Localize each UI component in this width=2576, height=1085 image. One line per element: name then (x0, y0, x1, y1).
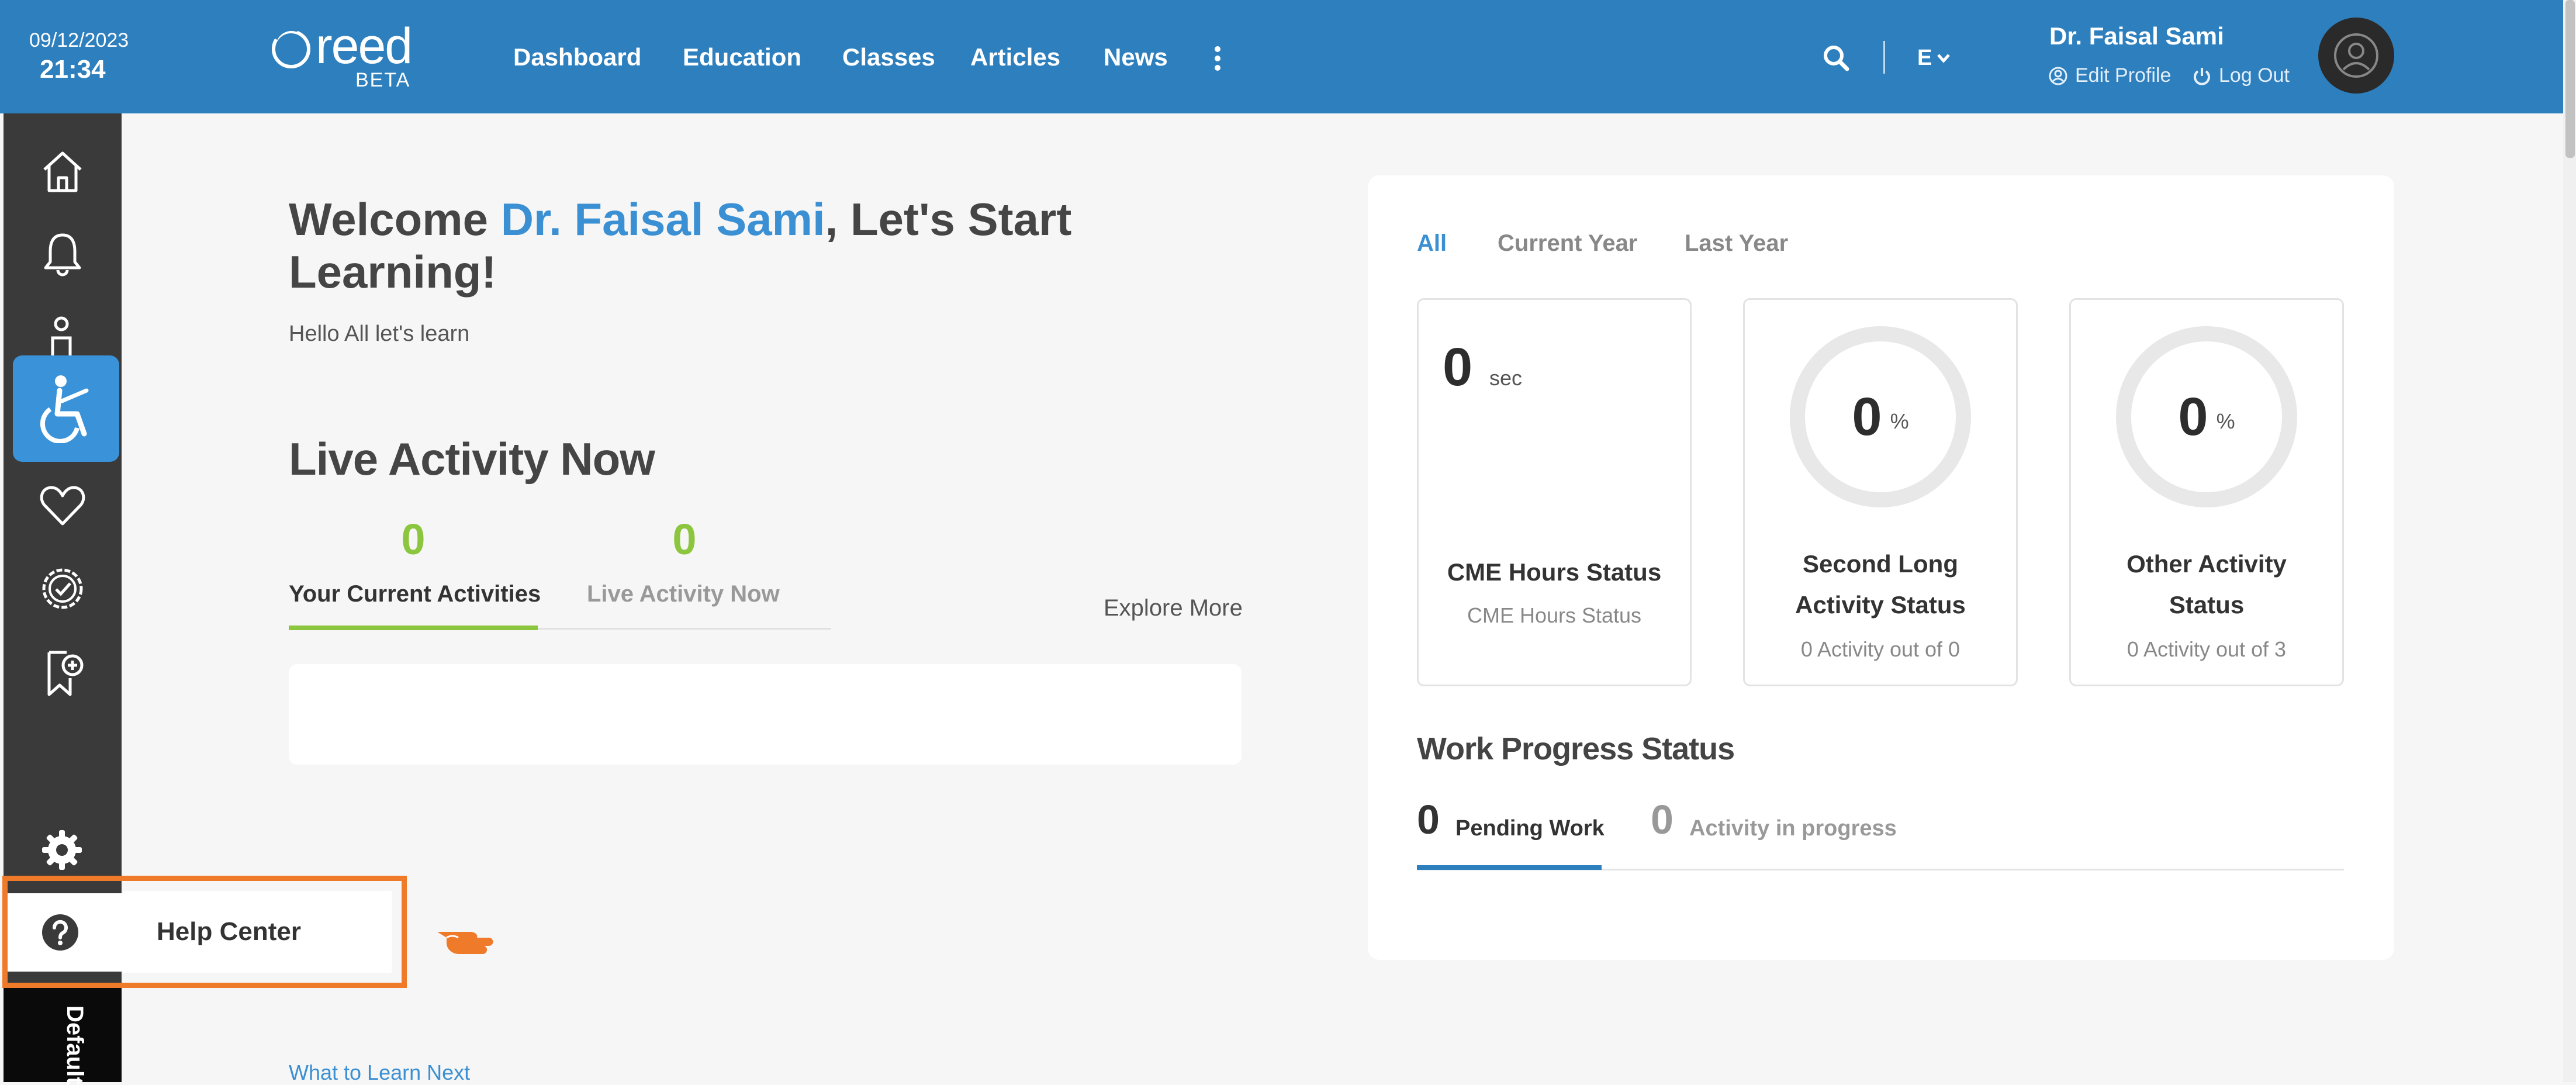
heart-icon[interactable] (37, 481, 88, 531)
current-activities-count: 0 (401, 515, 426, 564)
welcome-subtitle: Hello All let's learn (289, 322, 470, 346)
nav-education[interactable]: Education (683, 43, 801, 71)
other-activity-ring-label: 0 % (2115, 325, 2298, 509)
badge-check-icon[interactable] (37, 564, 88, 614)
header-divider (1883, 41, 1885, 74)
activity-in-progress-count: 0 (1651, 797, 1673, 842)
edit-profile-link[interactable]: Edit Profile (2048, 64, 2171, 87)
language-selector[interactable]: E (1917, 46, 1932, 71)
second-long-ring-label: 0 % (1789, 325, 1972, 509)
other-activity-value: 0 (2178, 386, 2208, 447)
tab-pending-work[interactable]: Pending Work (1455, 816, 1605, 841)
person-teaching-icon[interactable] (42, 316, 81, 355)
other-activity-subtitle: 0 Activity out of 3 (2127, 637, 2287, 661)
scrollbar-thumb[interactable] (2565, 0, 2575, 158)
what-to-learn-next-link[interactable]: What to Learn Next (289, 1060, 470, 1085)
second-long-title-line1: Second Long (1803, 550, 1958, 578)
tab-active-indicator (289, 626, 538, 630)
user-name: Dr. Faisal Sami (2049, 22, 2224, 50)
second-long-title-line2: Activity Status (1795, 591, 1966, 618)
work-tab-active-indicator (1417, 865, 1602, 870)
filter-last-year[interactable]: Last Year (1685, 230, 1788, 257)
current-date: 09/12/2023 (29, 29, 129, 51)
accessibility-icon[interactable] (33, 373, 97, 443)
cme-hours-value: 0 (1443, 337, 1473, 397)
power-icon (2194, 67, 2210, 85)
chevron-down-icon[interactable] (1936, 50, 1951, 65)
edit-profile-label: Edit Profile (2075, 64, 2172, 87)
live-activity-title: Live Activity Now (289, 433, 655, 485)
filter-current-year[interactable]: Current Year (1498, 230, 1637, 257)
welcome-user-name: Dr. Faisal Sami (500, 193, 825, 245)
search-icon[interactable] (1823, 44, 1849, 71)
pending-work-count: 0 (1417, 797, 1440, 842)
explore-more-link[interactable]: Explore More (1104, 595, 1243, 621)
nav-classes[interactable]: Classes (842, 43, 935, 71)
help-center-highlight-box (2, 876, 407, 988)
cme-hours-unit: sec (1489, 366, 1523, 390)
cme-hours-subtitle: CME Hours Status (1467, 603, 1642, 627)
current-time: 21:34 (40, 55, 106, 84)
activity-list-card (289, 664, 1242, 765)
nav-news[interactable]: News (1104, 43, 1168, 71)
tab-live-activity[interactable]: Live Activity Now (587, 581, 780, 607)
avatar[interactable] (2318, 18, 2394, 94)
cme-hours-title: CME Hours Status (1447, 558, 1662, 586)
logout-link[interactable]: Log Out (2192, 64, 2290, 87)
logout-label: Log Out (2219, 64, 2290, 87)
welcome-heading: Welcome Dr. Faisal Sami, Let's Start Lea… (289, 193, 1224, 298)
logo-text: reed (316, 18, 413, 74)
scrollbar-track[interactable] (2563, 0, 2576, 1082)
nav-articles[interactable]: Articles (970, 43, 1060, 71)
bell-icon[interactable] (37, 229, 88, 279)
live-activity-count: 0 (672, 515, 697, 564)
second-long-subtitle: 0 Activity out of 0 (1800, 637, 1960, 661)
second-long-value: 0 (1852, 386, 1882, 447)
second-long-unit: % (1890, 409, 1909, 433)
nav-dashboard[interactable]: Dashboard (513, 43, 641, 71)
more-vertical-icon[interactable] (1212, 44, 1223, 72)
welcome-prefix: Welcome (289, 193, 501, 245)
tab-current-activities[interactable]: Your Current Activities (289, 581, 541, 607)
pointing-hand-icon (437, 932, 493, 954)
other-activity-title-line2: Status (2169, 591, 2245, 618)
work-progress-title: Work Progress Status (1417, 731, 1735, 766)
bookmark-plus-icon[interactable] (37, 648, 88, 698)
tab-activity-in-progress[interactable]: Activity in progress (1689, 816, 1897, 841)
default-label[interactable]: Default (61, 1005, 88, 1085)
other-activity-unit: % (2216, 409, 2235, 433)
gear-icon[interactable] (41, 829, 83, 871)
home-icon[interactable] (37, 146, 88, 196)
beta-label: BETA (355, 69, 411, 91)
other-activity-title-line1: Other Activity (2127, 550, 2287, 578)
user-circle-icon (2049, 67, 2067, 85)
user-avatar-icon (2334, 33, 2378, 78)
second-long-title: Second Long Activity Status (1743, 544, 2018, 626)
filter-all[interactable]: All (1417, 230, 1447, 257)
other-activity-title: Other Activity Status (2069, 544, 2344, 626)
